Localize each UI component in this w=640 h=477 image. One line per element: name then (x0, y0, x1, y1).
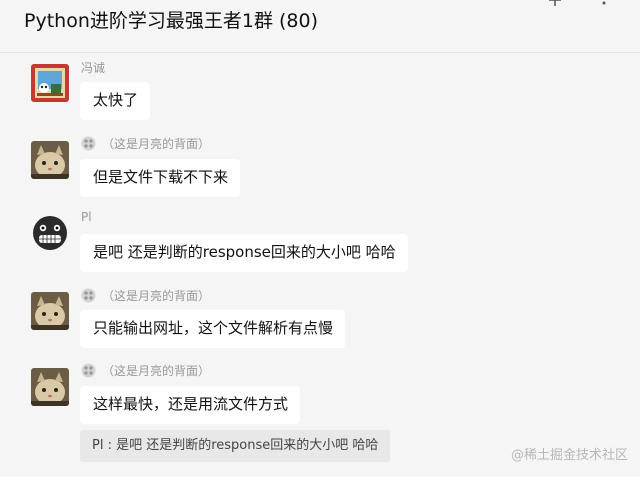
grinning-face-avatar-icon[interactable] (31, 214, 69, 252)
quoted-message[interactable]: Pl : 是吧 还是判断的response回来的大小吧 哈哈 (80, 430, 391, 462)
add-icon[interactable] (549, 0, 561, 6)
member-badge-icon (81, 136, 96, 151)
watermark-text: @稀土掘金技术社区 (510, 448, 628, 463)
sender-name: 冯诚 (81, 61, 106, 75)
cat-avatar-icon[interactable] (31, 141, 69, 179)
message-bubble[interactable]: 是吧 还是判断的response回来的大小吧 哈哈 (80, 234, 408, 272)
sender-name: Pl (81, 210, 92, 224)
sender-row: （这是月亮的背面） (81, 362, 210, 379)
chat-title: Python进阶学习最强王者1群 (80) (24, 10, 318, 32)
message-bubble[interactable]: 但是文件下载不下来 (80, 159, 241, 197)
member-badge-icon (81, 288, 96, 303)
more-icon[interactable] (598, 0, 610, 6)
cat-avatar-icon[interactable] (31, 368, 69, 406)
message-bubble[interactable]: 这样最快，还是用流文件方式 (80, 386, 301, 424)
sender-row: （这是月亮的背面） (81, 287, 210, 304)
member-badge-icon (81, 363, 96, 378)
sender-row: （这是月亮的背面） (81, 135, 210, 152)
message-bubble[interactable]: 太快了 (80, 82, 151, 120)
message-bubble[interactable]: 只能输出网址，这个文件解析有点慢 (80, 310, 346, 348)
sender-name: （这是月亮的背面） (102, 137, 211, 151)
sender-name: （这是月亮的背面） (102, 364, 211, 378)
chat-header: Python进阶学习最强王者1群 (80) (0, 0, 640, 53)
message-list: 冯诚 太快了 （这是月亮的背面） 但是文件下载不下来 Pl 是吧 还是判断的re… (0, 54, 640, 477)
watermark: @稀土掘金技术社区 (511, 444, 628, 463)
cartoon-avatar-icon[interactable] (31, 64, 69, 102)
sender-name: （这是月亮的背面） (102, 289, 211, 303)
cat-avatar-icon[interactable] (31, 292, 69, 330)
